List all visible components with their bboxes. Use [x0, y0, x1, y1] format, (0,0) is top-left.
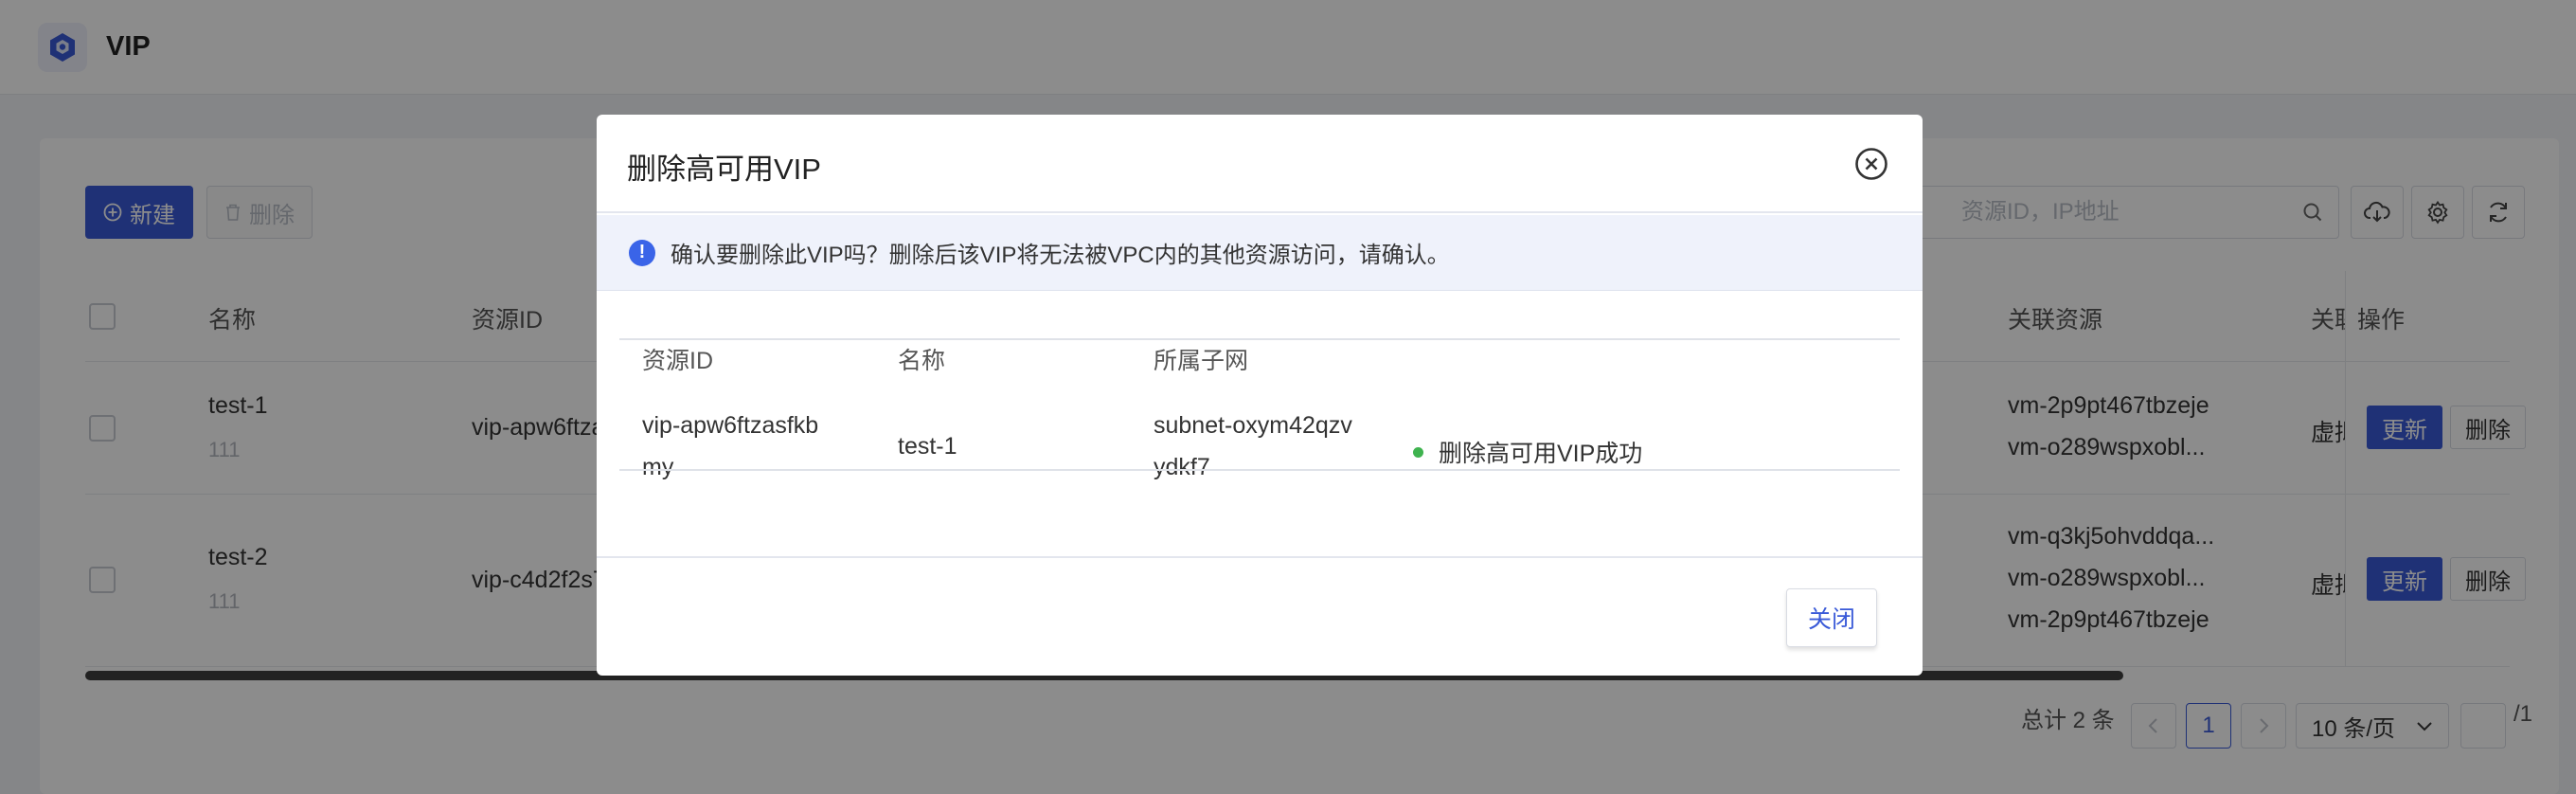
dialog-table-row-divider [619, 469, 1900, 471]
dialog-row-subnet-line: subnet-oxym42qzv [1154, 412, 1352, 439]
delete-vip-dialog: 删除高可用VIP ! 确认要删除此VIP吗？删除后该VIP将无法被VPC内的其他… [597, 115, 1923, 676]
info-icon: ! [629, 239, 655, 266]
close-circle-icon[interactable] [1854, 147, 1888, 181]
dialog-column-resource-id: 资源ID [642, 348, 714, 374]
dialog-footer: 关闭 [597, 556, 1923, 676]
alert-message: 确认要删除此VIP吗？删除后该VIP将无法被VPC内的其他资源访问，请确认。 [671, 243, 1450, 268]
dialog-row-name: test-1 [898, 433, 957, 460]
dialog-row-subnet: subnet-oxym42qzv ydkf7 [1154, 405, 1352, 488]
dialog-column-name: 名称 [898, 348, 946, 374]
dialog-title: 删除高可用VIP [627, 153, 821, 186]
dialog-header: 删除高可用VIP [597, 115, 1923, 213]
success-dot [1413, 446, 1423, 458]
dialog-row-resource-id-line: vip-apw6ftzasfkb [642, 412, 819, 439]
dialog-row-status: 删除高可用VIP成功 [1413, 435, 1642, 469]
dialog-table-header-divider [619, 338, 1900, 340]
dialog-column-subnet: 所属子网 [1154, 348, 1249, 374]
dialog-row-subnet-line: ydkf7 [1154, 454, 1210, 480]
status-text: 删除高可用VIP成功 [1439, 441, 1643, 467]
warning-alert: ! 确认要删除此VIP吗？删除后该VIP将无法被VPC内的其他资源访问，请确认。 [597, 215, 1923, 291]
close-button[interactable]: 关闭 [1786, 588, 1877, 647]
dialog-row-resource-id-line: my [642, 454, 674, 480]
dialog-row-resource-id: vip-apw6ftzasfkb my [642, 405, 818, 488]
